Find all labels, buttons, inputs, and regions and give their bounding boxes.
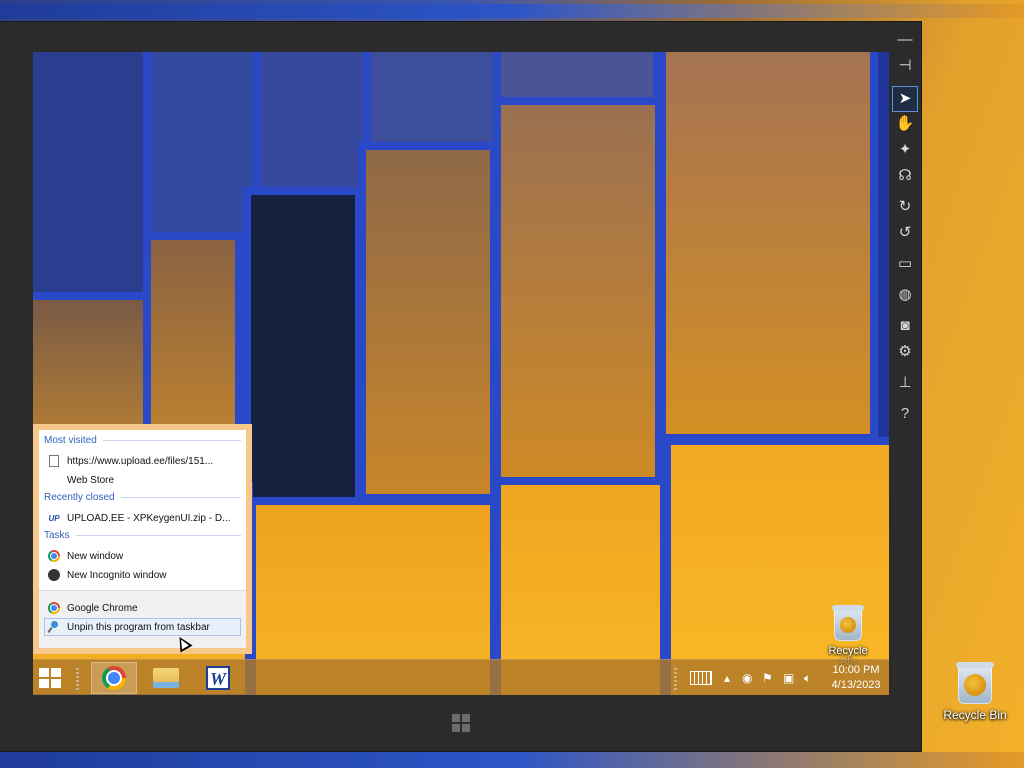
emulator-toolbar: — ⊣ ➤ ✋ ✦ ☊ ↻ ↺ ▭ ◍ ◙ ⚙ ⊥ ? [891,26,919,446]
action-center-flag-icon[interactable]: ⚑ [762,670,773,686]
desktop-recycle-bin[interactable]: Recycle Bin [940,662,1010,722]
taskbar-chrome[interactable] [91,662,137,694]
taskbar-word[interactable]: W [195,662,241,694]
swipe-icon[interactable]: ☊ [893,164,917,188]
recycle-bin-icon [832,605,864,641]
rotate-right-icon[interactable]: ↻ [893,195,917,219]
jumplist-task-new-incognito-window[interactable]: New Incognito window [44,566,241,584]
windows-hardware-button[interactable] [452,714,470,732]
jumplist-section-recently-closed: Recently closed [44,492,241,503]
globe-icon[interactable]: ◍ [893,283,917,307]
file-explorer-icon [153,668,179,688]
chrome-icon [102,666,126,690]
wallpaper-band [0,4,1024,18]
start-button[interactable] [39,668,61,688]
chrome-icon [48,550,60,562]
wallpaper-panel [243,187,363,517]
show-hidden-icons-button[interactable]: ▴ [724,670,730,686]
taskbar-file-explorer[interactable] [143,662,189,694]
monitor-icon[interactable]: ▭ [893,252,917,276]
chrome-icon [48,602,60,614]
wallpaper-panel [358,142,498,502]
recycle-bin-icon [956,662,994,704]
zoom-icon[interactable]: ✦ [893,138,917,162]
page-icon [49,455,59,467]
tray-grip[interactable] [674,668,677,690]
wallpaper-panel [658,52,878,442]
pointer-icon[interactable]: ➤ [892,86,918,112]
camera-icon[interactable]: ◙ [893,314,917,338]
taskbar-clock[interactable]: 10:00 PM 4/13/2023 [826,663,886,693]
word-icon: W [206,666,230,690]
wallpaper-panel [493,97,663,487]
minimize-icon[interactable]: — [893,28,917,52]
hand-icon[interactable]: ✋ [893,112,917,136]
taskbar-grip[interactable] [76,668,79,690]
unpin-icon [48,621,60,633]
jumplist-task-new-window[interactable]: New window [44,547,241,565]
pin-icon[interactable]: ⊣ [893,54,917,78]
jumplist-open-chrome[interactable]: Google Chrome [44,599,241,617]
jumplist-footer: Google Chrome Unpin this program from ta… [39,590,246,648]
network-icon[interactable]: ▣ [783,670,794,686]
jumplist-item[interactable]: https://www.upload.ee/files/151... [44,452,241,470]
jumplist-unpin-button[interactable]: Unpin this program from taskbar [44,618,241,636]
tray-security-icon[interactable]: ◉ [742,670,752,686]
taskbar: W ▴ ◉ ⚑ ▣ 🔈︎ 10:00 PM 4/13/2023 [33,659,889,695]
chevron-up-icon: ▴ [724,671,731,685]
jumplist-item[interactable]: Web Store [44,471,241,489]
recycle-bin-label: Recycle Bin [943,708,1007,722]
volume-icon[interactable]: 🔈︎ [804,670,811,686]
accelerometer-icon[interactable]: ⊥ [893,371,917,395]
rotate-left-icon[interactable]: ↺ [893,221,917,245]
touch-keyboard-button[interactable] [690,671,712,685]
jumplist-section-most-visited: Most visited [44,435,241,446]
clock-date: 4/13/2023 [831,679,881,691]
upload-ee-icon: UP [48,513,60,523]
keyboard-icon [690,671,712,685]
settings-icon[interactable]: ⚙ [893,340,917,364]
wallpaper-panel [33,52,153,302]
clock-time: 10:00 PM [832,664,880,676]
wallpaper-band [0,752,1024,768]
help-icon[interactable]: ? [893,402,917,426]
jumplist-item[interactable]: UP UPLOAD.EE - XPKeygenUI.zip - D... [44,509,241,527]
jumplist-section-tasks: Tasks [44,530,241,541]
incognito-icon [48,569,60,581]
chrome-jump-list: Most visited https://www.upload.ee/files… [33,424,252,654]
